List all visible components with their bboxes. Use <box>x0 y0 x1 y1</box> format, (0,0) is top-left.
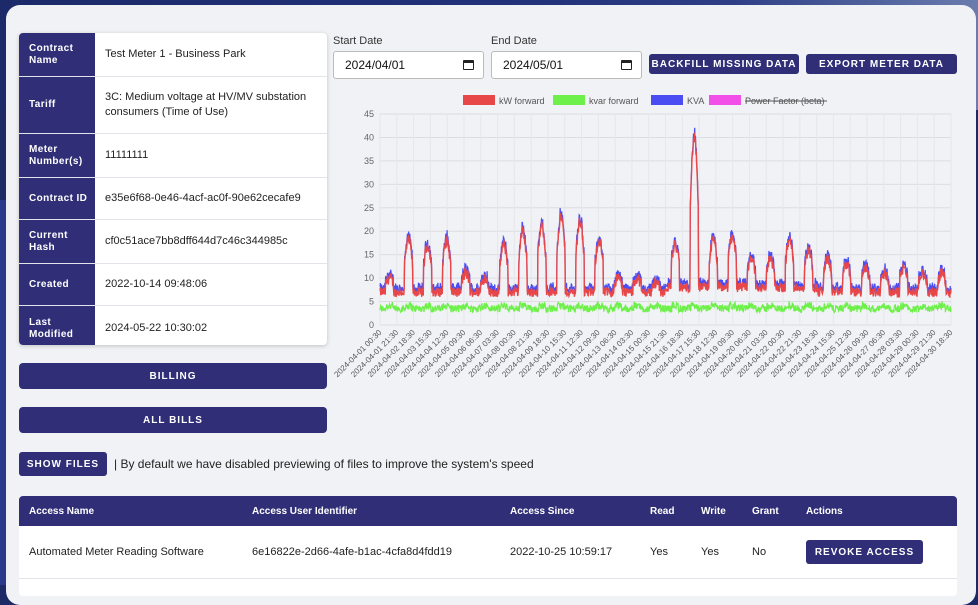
row-divider <box>19 578 957 579</box>
label-meter-number: Meter Number(s) <box>19 134 95 177</box>
row-contract-id: Contract ID e35e6f68-0e46-4acf-ac0f-90e6… <box>19 178 327 220</box>
calendar-icon[interactable] <box>621 60 632 70</box>
y-tick-label: 15 <box>364 250 374 260</box>
revoke-access-button[interactable]: REVOKE ACCESS <box>806 540 923 564</box>
files-note: | By default we have disabled previewing… <box>114 457 534 471</box>
row-last-modified: Last Modified 2024-05-22 10:30:02 <box>19 306 327 345</box>
y-tick-label: 30 <box>364 179 374 189</box>
header-grant: Grant <box>752 505 779 517</box>
start-date-value: 2024/04/01 <box>345 58 406 72</box>
row-contract-name: Contract Name Test Meter 1 - Business Pa… <box>19 33 327 77</box>
label-tariff: Tariff <box>19 77 95 133</box>
start-date-input[interactable]: 2024/04/01 <box>333 51 484 79</box>
row-created: Created 2022-10-14 09:48:06 <box>19 264 327 306</box>
calendar-icon[interactable] <box>463 60 474 70</box>
value-last-modified: 2024-05-22 10:30:02 <box>105 322 208 334</box>
cell-grant: No <box>752 546 767 558</box>
label-last-modified: Last Modified <box>19 306 95 345</box>
access-table: Access Name Access User Identifier Acces… <box>19 496 957 596</box>
legend-swatch <box>463 95 495 105</box>
y-tick-label: 20 <box>364 226 374 236</box>
end-date-value: 2024/05/01 <box>503 58 564 72</box>
header-access-user-identifier: Access User Identifier <box>252 505 358 517</box>
legend-label: kW forward <box>499 96 545 106</box>
value-meter-number: 11111111 <box>105 149 149 161</box>
y-tick-label: 35 <box>364 156 374 166</box>
header-access-name: Access Name <box>29 505 95 517</box>
legend-label: kvar forward <box>589 96 639 106</box>
header-read: Read <box>650 505 675 517</box>
legend-swatch <box>553 95 585 105</box>
header-access-since: Access Since <box>510 505 575 517</box>
all-bills-button[interactable]: ALL BILLS <box>19 407 327 433</box>
value-current-hash: cf0c51ace7bb8dff644d7c46c344985c <box>105 235 288 247</box>
legend-swatch <box>709 95 741 105</box>
export-meter-data-button[interactable]: EXPORT METER DATA <box>806 54 957 74</box>
y-tick-label: 0 <box>369 320 374 330</box>
value-contract-id: e35e6f68-0e46-4acf-ac0f-90e62cecafe9 <box>105 192 301 204</box>
value-created: 2022-10-14 09:48:06 <box>105 278 208 290</box>
cell-access-name: Automated Meter Reading Software <box>29 546 204 558</box>
y-tick-label: 10 <box>364 273 374 283</box>
contract-info-table: Contract Name Test Meter 1 - Business Pa… <box>19 33 327 345</box>
row-current-hash: Current Hash cf0c51ace7bb8dff644d7c46c34… <box>19 220 327 264</box>
cell-access-identifier: 6e16822e-2d66-4afe-b1ac-4cfa8d4fdd19 <box>252 546 452 558</box>
cell-access-since: 2022-10-25 10:59:17 <box>510 546 613 558</box>
row-tariff: Tariff 3C: Medium voltage at HV/MV subst… <box>19 77 327 134</box>
row-meter-number: Meter Number(s) 11111111 <box>19 134 327 178</box>
header-write: Write <box>701 505 726 517</box>
start-date-label: Start Date <box>333 35 383 47</box>
label-current-hash: Current Hash <box>19 220 95 263</box>
label-contract-name: Contract Name <box>19 33 95 76</box>
y-tick-label: 5 <box>369 297 374 307</box>
label-contract-id: Contract ID <box>19 178 95 219</box>
cell-write: Yes <box>701 546 719 558</box>
show-files-button[interactable]: SHOW FILES <box>19 452 107 476</box>
y-tick-label: 40 <box>364 132 374 142</box>
billing-button[interactable]: BILLING <box>19 363 327 389</box>
end-date-input[interactable]: 2024/05/01 <box>491 51 642 79</box>
backfill-missing-data-button[interactable]: BACKFILL MISSING DATA <box>649 54 799 74</box>
header-actions: Actions <box>806 505 843 517</box>
cell-read: Yes <box>650 546 668 558</box>
legend-swatch <box>651 95 683 105</box>
end-date-label: End Date <box>491 35 537 47</box>
value-contract-name: Test Meter 1 - Business Park <box>105 48 246 60</box>
meter-data-chart: 0510152025303540452024-04-01 00:302024-0… <box>333 95 955 379</box>
y-tick-label: 45 <box>364 109 374 119</box>
value-tariff: 3C: Medium voltage at HV/MV substation c… <box>105 91 307 118</box>
y-tick-label: 25 <box>364 203 374 213</box>
legend-label: KVA <box>687 96 704 106</box>
label-created: Created <box>19 264 95 305</box>
